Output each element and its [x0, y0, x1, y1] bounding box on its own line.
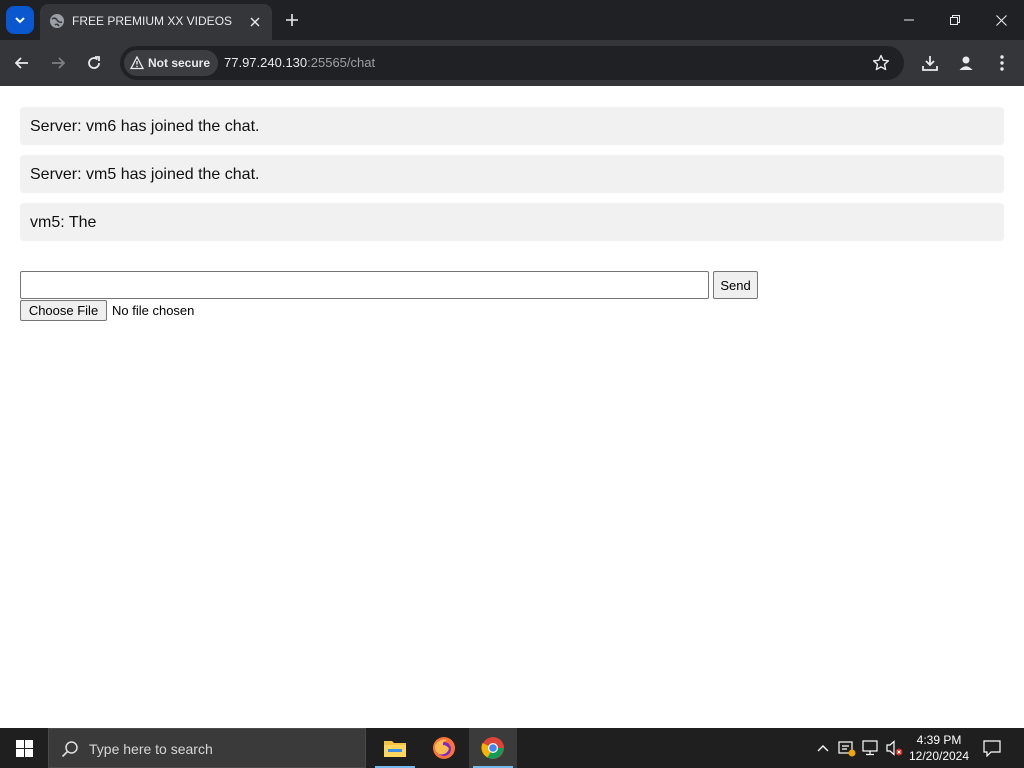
restore-icon [950, 15, 960, 25]
taskbar-search-box[interactable]: Type here to search [48, 728, 366, 768]
warning-icon [130, 56, 144, 70]
security-label: Not secure [148, 56, 211, 70]
volume-muted-icon [886, 740, 903, 756]
minimize-icon [904, 19, 914, 21]
notification-icon [983, 739, 1001, 757]
chevron-up-icon [817, 745, 829, 752]
tray-security-button[interactable] [837, 738, 857, 758]
file-status: No file chosen [112, 303, 195, 318]
close-icon [995, 14, 1007, 26]
kebab-menu-icon [1000, 55, 1004, 71]
shield-warning-icon [838, 741, 856, 757]
globe-icon [50, 14, 64, 28]
chat-message: vm5: The [20, 203, 1004, 241]
address-bar[interactable]: Not secure 77.97.240.130:25565/chat [120, 46, 904, 80]
security-chip[interactable]: Not secure [124, 50, 219, 76]
search-placeholder: Type here to search [89, 741, 213, 757]
taskbar-app-firefox[interactable] [420, 728, 468, 768]
taskbar-app-chrome[interactable] [469, 728, 517, 768]
taskbar-clock[interactable]: 4:39 PM 12/20/2024 [904, 732, 974, 764]
close-window-button[interactable] [978, 0, 1024, 40]
taskbar: Type here to search 4:39 PM 12/20/2024 [0, 728, 1024, 768]
minimize-button[interactable] [886, 0, 932, 40]
chat-message: Server: vm5 has joined the chat. [20, 155, 1004, 193]
browser-tab[interactable]: FREE PREMIUM XX VIDEOS [40, 4, 272, 40]
chevron-down-icon [15, 17, 25, 24]
taskbar-app-file-explorer[interactable] [371, 728, 419, 768]
chat-message: Server: vm6 has joined the chat. [20, 107, 1004, 145]
url-path: :25565/chat [307, 55, 376, 70]
close-icon [250, 17, 260, 27]
browser-toolbar: Not secure 77.97.240.130:25565/chat [0, 40, 1024, 86]
new-tab-button[interactable] [282, 10, 302, 30]
tab-close-button[interactable] [247, 14, 263, 30]
plus-icon [286, 14, 298, 26]
choose-file-button[interactable]: Choose File [20, 300, 107, 321]
browser-tab-strip: FREE PREMIUM XX VIDEOS [0, 0, 1024, 40]
profile-button[interactable] [954, 51, 978, 75]
menu-button[interactable] [990, 51, 1014, 75]
clock-date: 12/20/2024 [908, 749, 970, 763]
message-input[interactable] [20, 271, 709, 299]
clock-time: 4:39 PM [916, 733, 962, 747]
search-icon [61, 741, 78, 758]
show-hidden-icons-button[interactable] [813, 738, 833, 758]
downloads-button[interactable] [918, 51, 942, 75]
chrome-icon [481, 737, 504, 759]
network-icon [862, 740, 878, 756]
url-host: 77.97.240.130 [224, 55, 308, 70]
folder-icon [384, 741, 406, 757]
start-button[interactable] [0, 728, 48, 768]
tray-network-button[interactable] [861, 738, 881, 758]
arrow-left-icon [14, 57, 28, 69]
send-button[interactable]: Send [713, 271, 758, 299]
reload-icon [88, 56, 100, 69]
url-text[interactable]: 77.97.240.130:25565/chat [224, 55, 375, 70]
profile-icon [959, 56, 973, 70]
restore-button[interactable] [932, 0, 978, 40]
chat-page: Server: vm6 has joined the chat. Server:… [0, 86, 1024, 728]
tab-search-button[interactable] [6, 6, 34, 34]
back-button[interactable] [10, 51, 34, 75]
windows-logo-icon [15, 739, 33, 757]
tray-volume-button[interactable] [884, 738, 904, 758]
download-icon [922, 56, 938, 71]
bookmark-star-icon[interactable] [872, 54, 890, 72]
forward-button[interactable] [46, 51, 70, 75]
reload-button[interactable] [82, 51, 106, 75]
notification-center-button[interactable] [980, 737, 1004, 759]
tab-title: FREE PREMIUM XX VIDEOS [72, 14, 233, 28]
arrow-right-icon [52, 57, 66, 69]
firefox-icon [433, 737, 455, 759]
